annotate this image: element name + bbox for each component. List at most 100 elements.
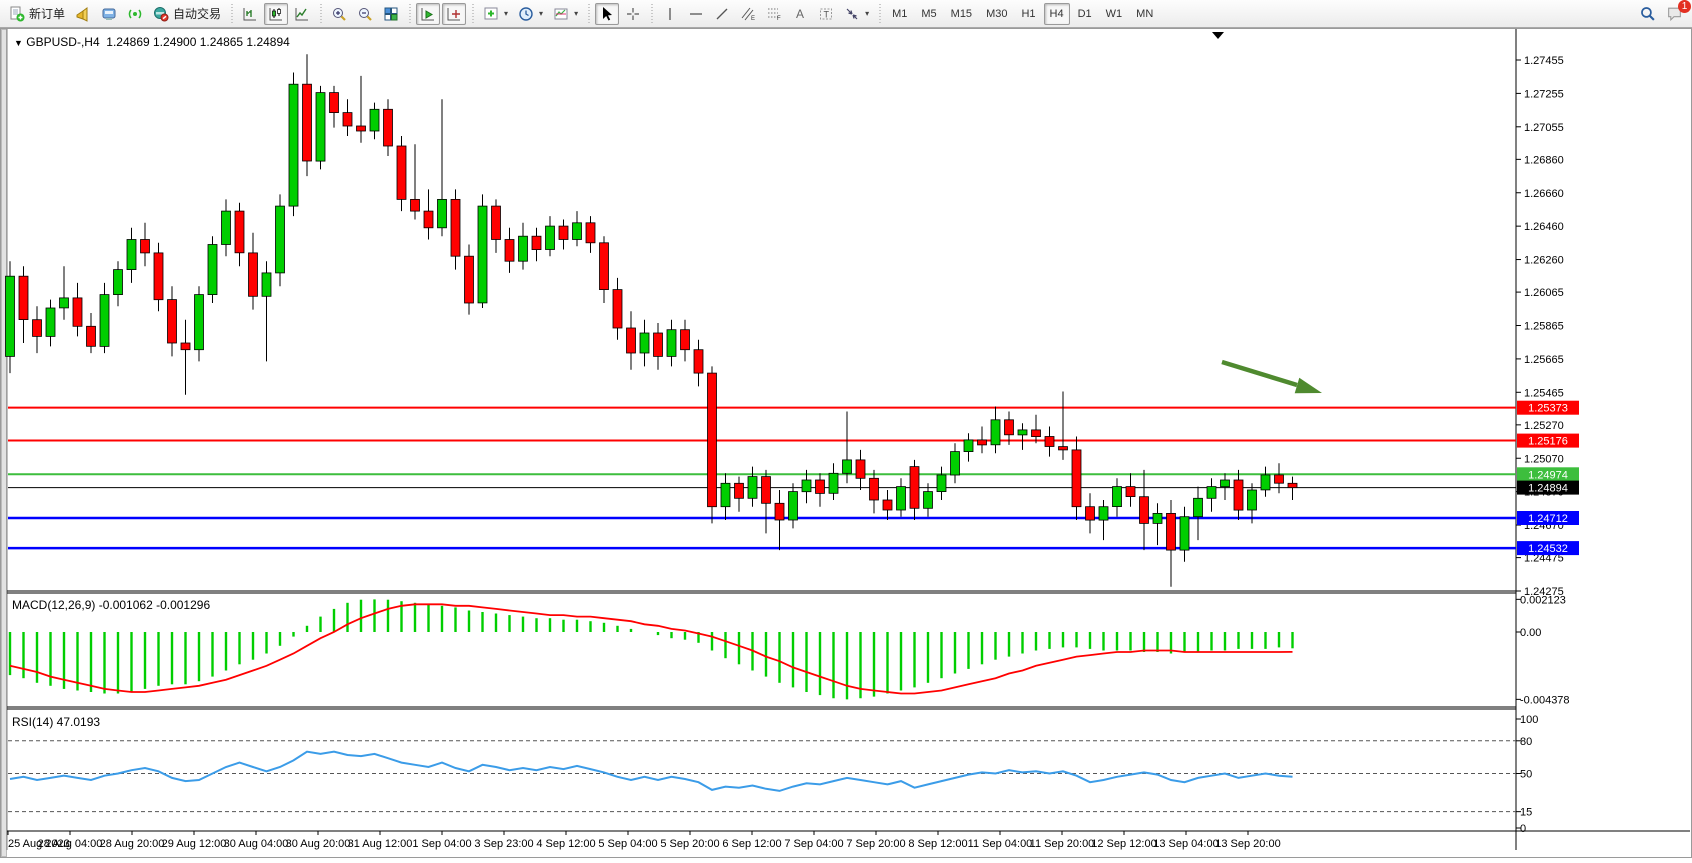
svg-text:1.25865: 1.25865 — [1524, 321, 1564, 333]
arrows-button[interactable]: ▾ — [840, 3, 873, 25]
main-toolbar: 新订单 自动交易 ▾ ▾ — [0, 0, 1692, 28]
templates-button[interactable]: ▾ — [549, 3, 582, 25]
channel-icon: E — [740, 6, 756, 22]
notifications-button[interactable]: 1 — [1662, 3, 1687, 25]
signal-button[interactable] — [123, 3, 147, 25]
svg-text:1.25373: 1.25373 — [1528, 403, 1568, 415]
time-axis: 25 Aug 202328 Aug 04:0028 Aug 20:0029 Au… — [8, 831, 1281, 850]
rsi-line — [10, 752, 1293, 791]
zoom-out-button[interactable] — [353, 3, 377, 25]
vertical-line-icon — [662, 6, 678, 22]
zoom-in-button[interactable] — [327, 3, 351, 25]
rsi-pane: 1008050150 — [8, 714, 1538, 835]
timeframe-m1-button[interactable]: M1 — [886, 3, 913, 25]
svg-text:1.26460: 1.26460 — [1524, 221, 1564, 233]
svg-text:1.26660: 1.26660 — [1524, 188, 1564, 200]
cursor-icon — [599, 6, 615, 22]
chart-canvas[interactable]: 1.274551.272551.270551.268601.266601.264… — [0, 28, 1692, 858]
svg-text:1.26065: 1.26065 — [1524, 287, 1564, 299]
text-label-icon: T — [818, 6, 834, 22]
line-chart-button[interactable] — [290, 3, 314, 25]
timeframe-h1-button[interactable]: H1 — [1015, 3, 1041, 25]
bar-chart-icon — [242, 6, 258, 22]
trendline-icon — [714, 6, 730, 22]
chart-title: ▼ GBPUSD-,H4 1.24869 1.24900 1.24865 1.2… — [14, 35, 290, 49]
zoom-out-icon — [357, 6, 373, 22]
search-icon — [1639, 5, 1656, 22]
auto-scroll-icon — [420, 6, 436, 22]
bar-chart-button[interactable] — [238, 3, 262, 25]
text-label-button[interactable]: T — [814, 3, 838, 25]
trendline-button[interactable] — [710, 3, 734, 25]
fibonacci-button[interactable]: F — [762, 3, 786, 25]
dropdown-caret-icon: ▾ — [865, 9, 869, 18]
pane-borders — [1, 29, 1692, 858]
cursor-button[interactable] — [595, 3, 619, 25]
svg-text:3 Sep 23:00: 3 Sep 23:00 — [474, 838, 533, 850]
symbol-dropdown-icon[interactable]: ▼ — [14, 38, 23, 48]
timeframe-m30-button[interactable]: M30 — [980, 3, 1013, 25]
search-button[interactable] — [1635, 3, 1660, 25]
candlestick-icon — [268, 6, 284, 22]
vertical-line-button[interactable] — [658, 3, 682, 25]
svg-text:6 Sep 12:00: 6 Sep 12:00 — [722, 838, 781, 850]
svg-text:100: 100 — [1520, 714, 1538, 726]
notification-count-badge: 1 — [1678, 0, 1691, 13]
chart-title-symbol: GBPUSD-,H4 — [26, 35, 99, 49]
chart-area[interactable]: 1.274551.272551.270551.268601.266601.264… — [0, 28, 1692, 858]
chart-shift-marker[interactable] — [1212, 32, 1224, 39]
macd-indicator-label: MACD(12,26,9) -0.001062 -0.001296 — [12, 598, 210, 612]
svg-text:F: F — [777, 16, 781, 22]
trading-chart-svg[interactable]: 1.274551.272551.270551.268601.266601.264… — [0, 28, 1692, 858]
auto-trading-label: 自动交易 — [173, 5, 221, 22]
candlestick-chart-button[interactable] — [264, 3, 288, 25]
toolbar-separator — [318, 4, 323, 24]
svg-text:T: T — [824, 9, 830, 19]
macd-pane: 0.0021230.00-0.004378 — [10, 594, 1570, 706]
chart-title-ohlc: 1.24869 1.24900 1.24865 1.24894 — [106, 35, 290, 49]
line-chart-icon — [294, 6, 310, 22]
svg-text:0: 0 — [1520, 823, 1526, 835]
svg-text:31 Aug 12:00: 31 Aug 12:00 — [348, 838, 413, 850]
svg-text:A: A — [796, 7, 804, 21]
new-order-button[interactable]: 新订单 — [5, 3, 69, 25]
svg-text:1.24974: 1.24974 — [1528, 469, 1568, 481]
timeframe-d1-button[interactable]: D1 — [1072, 3, 1098, 25]
channel-button[interactable]: E — [736, 3, 760, 25]
tile-windows-button[interactable] — [379, 3, 403, 25]
text-icon: A — [792, 6, 808, 22]
candlestick-series — [6, 54, 1298, 587]
horizontal-line-icon — [688, 6, 704, 22]
terminal-button[interactable] — [97, 3, 121, 25]
horizontal-line-button[interactable] — [684, 3, 708, 25]
alerts-button[interactable] — [71, 3, 95, 25]
timeframe-h4-button[interactable]: H4 — [1044, 3, 1070, 25]
timeframe-m5-button[interactable]: M5 — [915, 3, 942, 25]
timeframe-mn-button[interactable]: MN — [1130, 3, 1159, 25]
rsi-indicator-label: RSI(14) 47.0193 — [12, 715, 100, 729]
svg-text:4 Sep 12:00: 4 Sep 12:00 — [536, 838, 595, 850]
svg-text:28 Aug 04:00: 28 Aug 04:00 — [38, 838, 103, 850]
periods-button[interactable]: ▾ — [514, 3, 547, 25]
svg-text:E: E — [751, 16, 755, 22]
annotation-arrow[interactable] — [1222, 362, 1322, 393]
svg-text:80: 80 — [1520, 736, 1532, 748]
svg-text:1.25070: 1.25070 — [1524, 453, 1564, 465]
svg-text:1.24712: 1.24712 — [1528, 513, 1568, 525]
new-order-icon — [9, 6, 25, 22]
timeframe-w1-button[interactable]: W1 — [1100, 3, 1129, 25]
text-button[interactable]: A — [788, 3, 812, 25]
timeframe-m15-button[interactable]: M15 — [945, 3, 978, 25]
chart-shift-button[interactable] — [442, 3, 466, 25]
svg-text:28 Aug 20:00: 28 Aug 20:00 — [100, 838, 165, 850]
crosshair-button[interactable] — [621, 3, 645, 25]
toolbar-separator — [649, 4, 654, 24]
horn-icon — [75, 6, 91, 22]
timeframe-group: M1M5M15M30H1H4D1W1MN — [885, 3, 1160, 25]
auto-scroll-button[interactable] — [416, 3, 440, 25]
indicators-button[interactable]: ▾ — [479, 3, 512, 25]
svg-text:1.27455: 1.27455 — [1524, 55, 1564, 67]
svg-text:1.25176: 1.25176 — [1528, 436, 1568, 448]
svg-text:11 Sep 20:00: 11 Sep 20:00 — [1030, 838, 1095, 850]
auto-trading-button[interactable]: 自动交易 — [149, 3, 225, 25]
